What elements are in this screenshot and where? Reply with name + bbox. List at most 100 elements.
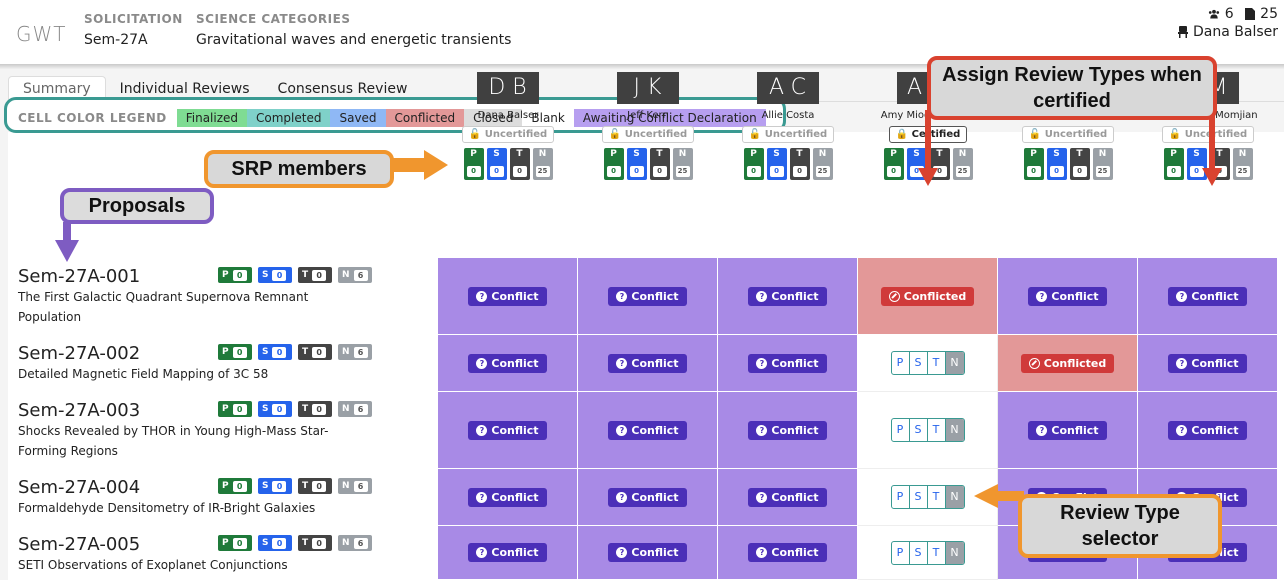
certification-toggle[interactable]: 🔓 Uncertified bbox=[1021, 126, 1115, 143]
review-cell-conflict[interactable]: ?Conflict bbox=[578, 258, 718, 335]
review-type-option-s[interactable]: S bbox=[910, 419, 928, 441]
conflict-button[interactable]: ?Conflict bbox=[468, 420, 547, 440]
proposal-row-3[interactable]: Sem-27A-004 Formaldehyde Densitometry of … bbox=[18, 477, 430, 518]
review-cell-conflict[interactable]: ?Conflict bbox=[438, 526, 578, 580]
proposal-count-t: T0 bbox=[298, 401, 332, 417]
review-type-selector[interactable]: PSTN bbox=[890, 351, 965, 375]
conflict-button[interactable]: ?Conflict bbox=[748, 420, 827, 440]
review-type-option-p[interactable]: P bbox=[892, 486, 910, 508]
review-type-option-n[interactable]: N bbox=[945, 486, 964, 508]
conflict-button[interactable]: ?Conflict bbox=[1028, 286, 1107, 306]
review-type-selector[interactable]: PSTN bbox=[890, 418, 965, 442]
conflict-button[interactable]: ?Conflict bbox=[1168, 286, 1247, 306]
review-cell-selector[interactable]: PSTN bbox=[858, 526, 998, 580]
conflict-button[interactable]: ?Conflict bbox=[748, 543, 827, 562]
review-cell-conflict[interactable]: ?Conflict bbox=[718, 335, 858, 392]
conflict-button[interactable]: ?Conflict bbox=[608, 286, 687, 306]
count-value: 0 bbox=[272, 346, 287, 358]
member-count-p: P0 bbox=[743, 148, 764, 180]
review-type-option-t[interactable]: T bbox=[928, 419, 946, 441]
conflict-button[interactable]: ?Conflict bbox=[1168, 353, 1247, 373]
conflict-button[interactable]: ?Conflict bbox=[748, 487, 827, 507]
proposal-row-2[interactable]: Sem-27A-003 Shocks Revealed by THOR in Yo… bbox=[18, 400, 430, 461]
conflict-button[interactable]: ?Conflict bbox=[748, 353, 827, 373]
callout-proposals: Proposals bbox=[60, 188, 214, 224]
count-value: 25 bbox=[675, 166, 690, 177]
review-cell-conflict[interactable]: ?Conflict bbox=[438, 335, 578, 392]
srp-member-2: AC Allie Costa 🔓 Uncertified P 0 S 0 T 0 N 25 bbox=[718, 72, 858, 180]
review-cell-conflicted[interactable]: Conflicted bbox=[858, 258, 998, 335]
count-letter: P bbox=[890, 149, 897, 159]
review-type-option-n[interactable]: N bbox=[945, 419, 964, 441]
certification-toggle[interactable]: 🔓 Uncertified bbox=[741, 126, 835, 143]
member-count-n: N 25 bbox=[532, 148, 553, 180]
conflict-button[interactable]: ?Conflict bbox=[608, 353, 687, 373]
review-cell-conflict[interactable]: ?Conflict bbox=[998, 392, 1138, 469]
review-type-option-s[interactable]: S bbox=[910, 352, 928, 374]
count-value: 0 bbox=[489, 166, 504, 177]
review-cell-conflict[interactable]: ?Conflict bbox=[1138, 392, 1278, 469]
review-type-option-s[interactable]: S bbox=[910, 541, 928, 564]
certification-toggle[interactable]: 🔓 Uncertified bbox=[461, 126, 555, 143]
review-cell-conflict[interactable]: ?Conflict bbox=[578, 526, 718, 580]
review-cell-selector[interactable]: PSTN bbox=[858, 335, 998, 392]
conflict-button[interactable]: ?Conflict bbox=[468, 487, 547, 507]
review-type-selector[interactable]: PSTN bbox=[890, 540, 965, 565]
review-type-option-n[interactable]: N bbox=[945, 541, 964, 564]
user-menu[interactable]: Dana Balser bbox=[1177, 24, 1278, 40]
review-cell-conflict[interactable]: ?Conflict bbox=[718, 526, 858, 580]
count-letter: T bbox=[302, 538, 309, 548]
conflict-button[interactable]: ?Conflict bbox=[1028, 420, 1107, 440]
proposal-row-0[interactable]: Sem-27A-001 The First Galactic Quadrant S… bbox=[18, 266, 430, 327]
conflict-button[interactable]: ?Conflict bbox=[748, 286, 827, 306]
conflicted-badge[interactable]: Conflicted bbox=[880, 286, 975, 306]
review-cell-conflict[interactable]: ?Conflict bbox=[718, 258, 858, 335]
review-type-selector[interactable]: PSTN bbox=[890, 485, 965, 509]
review-type-option-p[interactable]: P bbox=[892, 541, 910, 564]
count-value: 0 bbox=[1049, 166, 1064, 177]
review-cell-conflict[interactable]: ?Conflict bbox=[998, 258, 1138, 335]
count-value: 0 bbox=[1189, 166, 1204, 177]
count-value: 0 bbox=[652, 166, 667, 177]
conflict-button[interactable]: ?Conflict bbox=[1168, 420, 1247, 440]
member-count-s: S0 bbox=[486, 148, 507, 180]
review-type-option-s[interactable]: S bbox=[910, 486, 928, 508]
review-type-option-p[interactable]: P bbox=[892, 352, 910, 374]
review-cell-conflict[interactable]: ?Conflict bbox=[578, 335, 718, 392]
count-letter: S bbox=[262, 270, 269, 280]
review-cell-selector[interactable]: PSTN bbox=[858, 392, 998, 469]
proposal-row-4[interactable]: Sem-27A-005 SETI Observations of Exoplane… bbox=[18, 534, 430, 575]
review-cell-conflict[interactable]: ?Conflict bbox=[438, 392, 578, 469]
review-type-option-n[interactable]: N bbox=[945, 352, 964, 374]
review-cell-conflict[interactable]: ?Conflict bbox=[718, 392, 858, 469]
proposal-row-1[interactable]: Sem-27A-002 Detailed Magnetic Field Mappi… bbox=[18, 343, 430, 384]
conflict-button[interactable]: ?Conflict bbox=[468, 286, 547, 306]
member-count-s: S0 bbox=[626, 148, 647, 180]
review-cell-conflict[interactable]: ?Conflict bbox=[1138, 335, 1278, 392]
certification-toggle[interactable]: 🔓 Uncertified bbox=[1161, 126, 1255, 143]
conflict-button[interactable]: ?Conflict bbox=[608, 543, 687, 562]
srp-member-1: JK Jeff Kern 🔓 Uncertified P 0 S 0 T 0 N 25 bbox=[578, 72, 718, 180]
review-cell-conflict[interactable]: ?Conflict bbox=[578, 469, 718, 526]
review-cell-conflict[interactable]: ?Conflict bbox=[578, 392, 718, 469]
member-review-counts: P 0 S 0 T 0 N 25 bbox=[998, 148, 1138, 180]
conflict-button[interactable]: ?Conflict bbox=[468, 353, 547, 373]
review-type-option-p[interactable]: P bbox=[892, 419, 910, 441]
certification-toggle[interactable]: 🔒 Certified bbox=[888, 126, 968, 143]
conflict-label: Conflict bbox=[631, 546, 679, 559]
conflicted-badge[interactable]: Conflicted bbox=[1020, 353, 1115, 373]
conflict-button[interactable]: ?Conflict bbox=[608, 487, 687, 507]
review-cell-conflict[interactable]: ?Conflict bbox=[1138, 258, 1278, 335]
review-cell-conflict[interactable]: ?Conflict bbox=[718, 469, 858, 526]
certification-toggle[interactable]: 🔓 Uncertified bbox=[601, 126, 695, 143]
conflict-button[interactable]: ?Conflict bbox=[608, 420, 687, 440]
review-type-option-t[interactable]: T bbox=[928, 486, 946, 508]
review-cell-selector[interactable]: PSTN bbox=[858, 469, 998, 526]
review-type-option-t[interactable]: T bbox=[928, 352, 946, 374]
review-cell-conflicted[interactable]: Conflicted bbox=[998, 335, 1138, 392]
conflict-button[interactable]: ?Conflict bbox=[468, 543, 547, 562]
review-cell-conflict[interactable]: ?Conflict bbox=[438, 258, 578, 335]
count-value: 0 bbox=[232, 269, 247, 281]
review-cell-conflict[interactable]: ?Conflict bbox=[438, 469, 578, 526]
review-type-option-t[interactable]: T bbox=[928, 541, 946, 564]
